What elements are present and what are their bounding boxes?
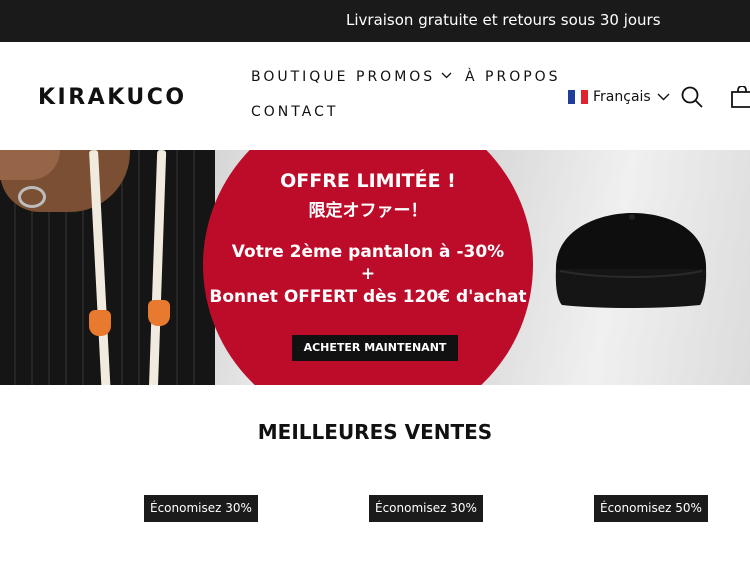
hero-plus: + (360, 264, 376, 284)
section-title-best-sellers: MEILLEURES VENTES (257, 420, 493, 444)
logo[interactable]: KIRAKUCO (38, 85, 187, 110)
chevron-down-icon (657, 93, 670, 101)
nav-contact[interactable]: CONTACT (251, 104, 338, 120)
nav-contact-label: CONTACT (251, 104, 339, 120)
nav-a-propos[interactable]: À PROPOS (465, 69, 561, 85)
discount-badge: Économisez 30% (369, 495, 483, 522)
cart-icon[interactable] (731, 85, 750, 112)
discount-badge: Économisez 30% (144, 495, 258, 522)
nav-promos[interactable]: PROMOS (356, 69, 452, 85)
site-header: KIRAKUCO BOUTIQUE PROMOS À PROPOS CONTAC… (0, 42, 750, 150)
hero-offer-line-2: Bonnet OFFERT dès 120€ d'achat (209, 287, 527, 307)
hero-headline: OFFRE LIMITÉE ! (280, 170, 456, 192)
announcement-text: Livraison gratuite et retours sous 30 jo… (346, 11, 661, 29)
hero-pants-image (0, 150, 215, 385)
language-label: Français (593, 89, 651, 105)
buy-now-button[interactable]: ACHETER MAINTENANT (292, 335, 458, 361)
nav-promos-label: PROMOS (356, 69, 436, 85)
hero-banner[interactable]: OFFRE LIMITÉE ! 限定オファー！ Votre 2ème panta… (0, 150, 750, 385)
beanie-image (555, 213, 707, 308)
hero-offer-line: Votre 2ème pantalon à -30% (231, 242, 505, 262)
nav-boutique[interactable]: BOUTIQUE (251, 69, 348, 85)
discount-badge: Économisez 50% (594, 495, 708, 522)
nav-boutique-label: BOUTIQUE (251, 69, 349, 85)
announcement-bar: Livraison gratuite et retours sous 30 jo… (0, 0, 750, 42)
nav-a-propos-label: À PROPOS (465, 69, 561, 85)
chevron-down-icon (441, 72, 452, 79)
language-selector[interactable]: Français (568, 89, 670, 105)
france-flag-icon (568, 90, 589, 104)
search-icon[interactable] (681, 86, 703, 112)
hero-headline-japanese: 限定オファー！ (308, 201, 428, 221)
